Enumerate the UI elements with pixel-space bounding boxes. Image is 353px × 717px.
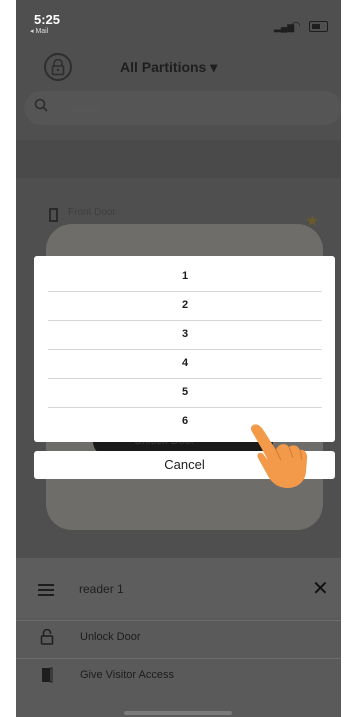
hand-pointer-icon <box>248 420 308 495</box>
phone-screen: 5:25 ◂ Mail ▂▄▆ ◠ All Partitions ▾ Searc… <box>16 0 341 717</box>
partition-selector[interactable]: All Partitions ▾ <box>120 59 217 76</box>
door-list-item-label[interactable]: Front Door <box>68 207 116 218</box>
action-sheet-option[interactable]: 1 <box>48 262 322 292</box>
door-icon <box>49 208 58 222</box>
action-sheet-option[interactable]: 2 <box>48 291 322 321</box>
home-indicator <box>124 711 232 715</box>
section-band <box>16 140 341 178</box>
close-icon[interactable]: ✕ <box>312 576 329 601</box>
drawer-header: reader 1 ✕ <box>16 558 341 618</box>
wifi-icon: ◠ <box>291 20 301 32</box>
action-sheet-option[interactable]: 4 <box>48 349 322 379</box>
reader-name: reader 1 <box>79 582 124 596</box>
door-icon <box>40 667 54 688</box>
back-to-mail-link[interactable]: ◂ Mail <box>30 27 48 35</box>
drawer-action-unlock[interactable]: Unlock Door <box>16 620 341 655</box>
search-input[interactable]: Search <box>72 104 101 114</box>
status-time: 5:25 <box>34 12 61 27</box>
drawer-action-visitor[interactable]: Give Visitor Access <box>16 658 341 693</box>
hamburger-icon[interactable] <box>38 584 54 596</box>
action-sheet: 1 2 3 4 5 6 <box>34 256 335 442</box>
caret-down-icon: ▾ <box>210 59 218 75</box>
status-bar: 5:25 ◂ Mail ▂▄▆ ◠ <box>16 0 341 40</box>
lock-icon[interactable] <box>44 53 72 81</box>
unlock-icon <box>40 628 54 650</box>
search-icon <box>34 98 48 117</box>
drawer-action-label: Give Visitor Access <box>80 669 174 681</box>
action-sheet-option[interactable]: 3 <box>48 320 322 350</box>
bottom-drawer: reader 1 ✕ Unlock Door Give Visitor Acce… <box>16 558 341 717</box>
action-sheet-option[interactable]: 5 <box>48 378 322 408</box>
partition-title: All Partitions <box>120 59 207 75</box>
drawer-action-label: Unlock Door <box>80 631 141 643</box>
battery-icon <box>309 21 328 32</box>
